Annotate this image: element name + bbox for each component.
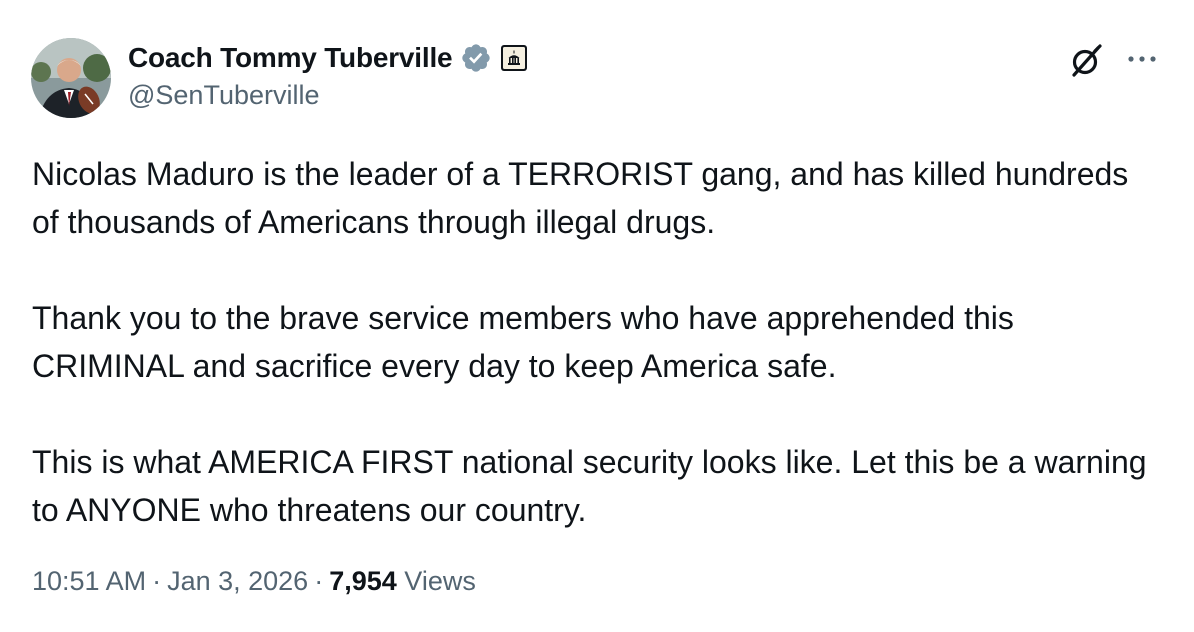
post-date[interactable]: Jan 3, 2026 (167, 566, 308, 596)
author-name-row: Coach Tommy Tuberville (128, 38, 528, 78)
more-options-icon[interactable] (1124, 44, 1160, 74)
verified-badge-icon[interactable] (460, 42, 492, 74)
author-handle[interactable]: @SenTuberville (128, 80, 320, 111)
meta-separator: · (152, 566, 162, 596)
post-paragraph: Nicolas Maduro is the leader of a TERROR… (32, 156, 1129, 240)
post-text: Nicolas Maduro is the leader of a TERROR… (32, 150, 1162, 534)
post-meta: 10:51 AM · Jan 3, 2026 · 7,954 Views (32, 566, 476, 597)
post-paragraph: This is what AMERICA FIRST national secu… (32, 444, 1147, 528)
author-display-name[interactable]: Coach Tommy Tuberville (128, 42, 453, 74)
meta-separator: · (314, 566, 324, 596)
post-paragraph: Thank you to the brave service members w… (32, 300, 1014, 384)
profile-photo (31, 38, 111, 118)
us-capitol-icon[interactable] (500, 44, 528, 72)
tweet-card: Coach Tommy Tuberville @SenTuberville Ni… (0, 0, 1194, 632)
grok-icon[interactable] (1067, 42, 1105, 80)
views-label[interactable]: Views (404, 566, 476, 596)
avatar[interactable] (31, 38, 111, 118)
post-time[interactable]: 10:51 AM (32, 566, 146, 596)
view-count[interactable]: 7,954 (329, 566, 397, 596)
